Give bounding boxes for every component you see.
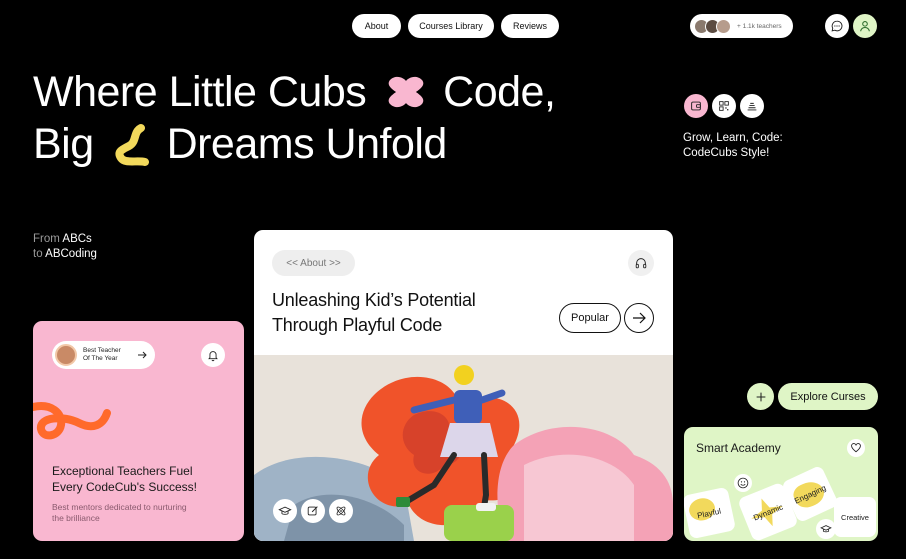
graduation-button[interactable] — [273, 499, 297, 523]
from-prefix: From — [33, 233, 60, 245]
to-abcoding: ABCoding — [45, 248, 97, 260]
edit-button[interactable] — [301, 499, 325, 523]
hero-text-2a: Big — [33, 120, 94, 168]
audio-button[interactable] — [628, 250, 654, 276]
hero-text-2b: Dreams Unfold — [166, 120, 448, 168]
popular-label: Popular — [571, 312, 609, 324]
teacher-avatar-3 — [716, 18, 731, 34]
teachers-sub-line-1: Best mentors dedicated to nurturing — [52, 502, 187, 512]
graduation-cap-icon — [278, 506, 292, 515]
headphones-icon — [635, 258, 647, 269]
from-abcs-text: From ABCs to ABCoding — [33, 232, 97, 262]
teachers-card[interactable]: Best Teacher Of The Year Exceptional Tea… — [33, 321, 244, 541]
plus-icon — [756, 392, 765, 401]
hero-line-2: Big Dreams Unfold — [33, 118, 447, 170]
user-icon — [860, 21, 870, 32]
badge-line-1: Best Teacher — [83, 347, 121, 354]
teachers-heading-line-1: Exceptional Teachers Fuel — [52, 464, 193, 478]
notification-button[interactable] — [201, 343, 225, 367]
nav-reviews[interactable]: Reviews — [501, 14, 559, 38]
popular-button[interactable]: Popular — [559, 303, 621, 333]
tile-creative: Creative — [834, 497, 876, 537]
profile-button[interactable] — [853, 14, 877, 38]
nav-courses-label: Courses Library — [419, 21, 483, 31]
tagline-line-2: CodeCubs Style! — [683, 147, 770, 159]
graduation-badge — [816, 519, 836, 539]
course-heading: Unleashing Kid’s Potential Through Playf… — [272, 288, 476, 338]
arrow-right-icon — [138, 351, 147, 359]
tile-creative-label: Creative — [841, 512, 869, 522]
stack-icon — [747, 102, 757, 111]
from-abcs: ABCs — [62, 233, 92, 245]
teachers-heading-line-2: Every CodeCub's Success! — [52, 479, 198, 494]
hero-text-1a: Where Little Cubs — [33, 68, 367, 116]
chat-icon — [831, 20, 843, 32]
chat-button[interactable] — [825, 14, 849, 38]
orange-squiggle-decoration — [33, 402, 111, 440]
stack-button[interactable] — [740, 94, 764, 118]
badge-line-2: Of The Year — [83, 355, 118, 362]
edit-icon — [307, 506, 318, 516]
course-hero-image — [254, 355, 673, 541]
about-course-card[interactable]: << About >> Unleashing Kid’s Potential T… — [254, 230, 673, 541]
qr-button[interactable] — [712, 94, 736, 118]
arrow-right-icon — [633, 312, 646, 324]
course-heading-line-2: Through Playful Code — [272, 315, 443, 335]
smile-badge — [734, 474, 752, 492]
explore-courses-button[interactable]: Explore Curses — [778, 383, 878, 410]
heart-icon — [851, 443, 861, 453]
graduation-cap-icon — [820, 525, 832, 533]
tagline: Grow, Learn, Code: CodeCubs Style! — [683, 131, 783, 161]
tagline-line-1: Grow, Learn, Code: — [683, 132, 783, 144]
hero-text-1b: Code, — [443, 68, 556, 116]
nav-about[interactable]: About — [352, 14, 401, 38]
course-heading-line-1: Unleashing Kid’s Potential — [272, 290, 476, 310]
smart-academy-card[interactable]: Smart Academy Playful Dynamic Engaging C… — [684, 427, 878, 541]
nav-about-label: About — [364, 21, 389, 31]
tile-playful: Playful — [684, 486, 737, 540]
about-chip-label: << About >> — [286, 257, 341, 269]
bell-icon — [208, 351, 218, 362]
smart-academy-title: Smart Academy — [696, 441, 781, 455]
teachers-card-subtitle: Best mentors dedicated to nurturing the … — [52, 502, 187, 524]
smile-icon — [737, 477, 749, 489]
to-prefix: to — [33, 248, 43, 260]
about-chip[interactable]: << About >> — [272, 250, 355, 276]
atom-icon — [336, 506, 346, 516]
teacher-avatar — [55, 344, 77, 366]
yellow-squiggle-icon — [115, 124, 150, 166]
teachers-sub-line-2: the brilliance — [52, 513, 100, 523]
best-teacher-badge[interactable]: Best Teacher Of The Year — [52, 341, 155, 369]
next-arrow-button[interactable] — [624, 303, 654, 333]
wallet-button[interactable] — [684, 94, 708, 118]
explore-label: Explore Curses — [790, 390, 866, 403]
qr-code-icon — [719, 101, 729, 111]
hero-line-1: Where Little Cubs Code, — [33, 66, 556, 118]
teachers-card-heading: Exceptional Teachers Fuel Every CodeCub'… — [52, 464, 197, 495]
favorite-button[interactable] — [847, 439, 865, 457]
teachers-count: + 1.1k teachers — [737, 22, 782, 30]
teachers-avatars-pill[interactable]: + 1.1k teachers — [690, 14, 793, 38]
add-button[interactable] — [747, 383, 774, 410]
pink-blob-icon — [388, 76, 424, 108]
atom-button[interactable] — [329, 499, 353, 523]
nav-reviews-label: Reviews — [512, 21, 547, 31]
wallet-icon — [691, 101, 701, 111]
nav-courses-library[interactable]: Courses Library — [408, 14, 494, 38]
